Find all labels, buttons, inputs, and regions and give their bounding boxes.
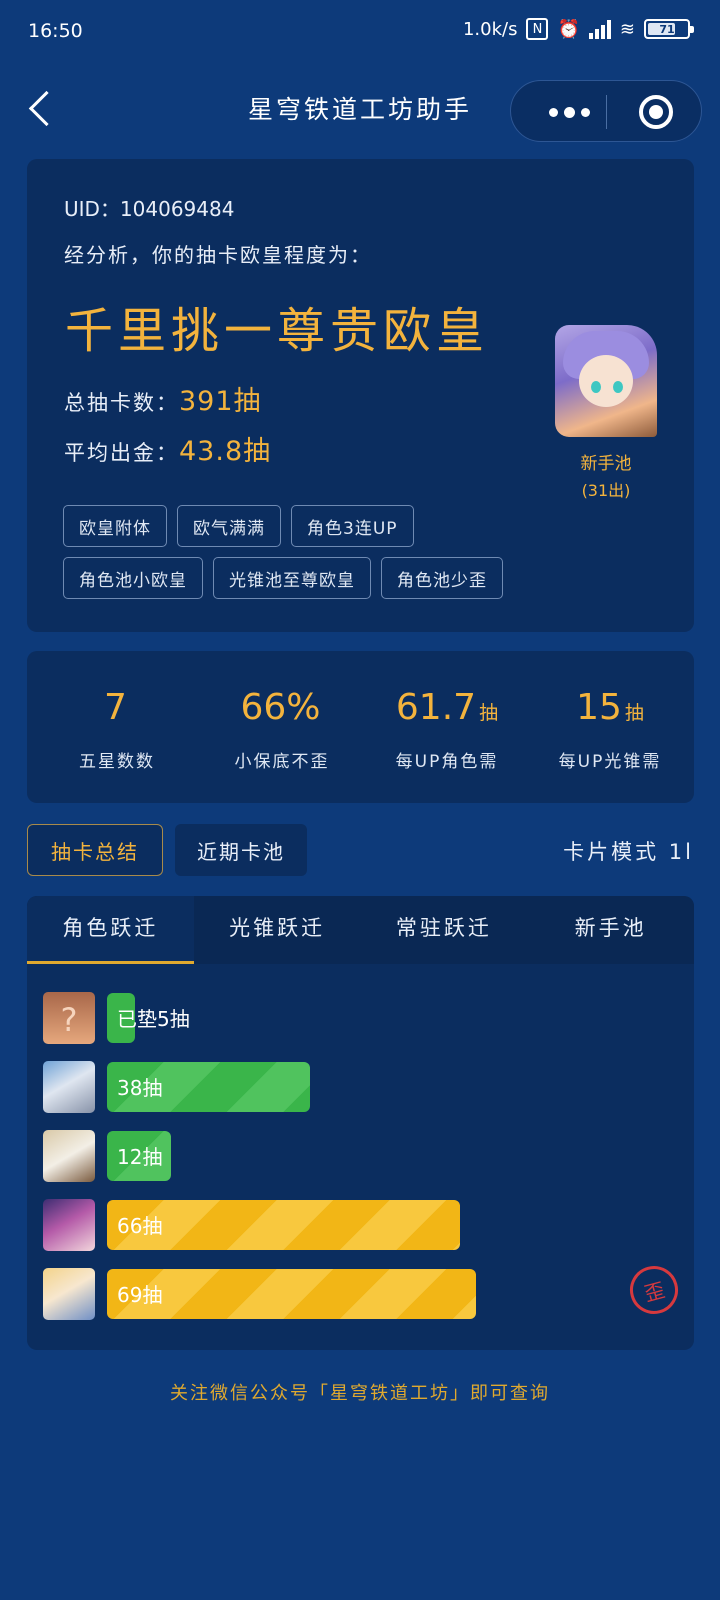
tab-character-warp[interactable]: 角色跃迁 [27,896,194,964]
stat-unit: 抽 [624,702,644,724]
signal-icon [588,19,611,39]
avg-gold: 平均出金：43.8抽 [64,429,271,468]
nfc-icon: N [526,18,549,40]
stat-label: 每UP角色需 [395,752,499,772]
pull-label: 69抽 [117,1283,163,1307]
tab-standard-warp[interactable]: 常驻跃迁 [361,896,528,964]
total-pulls-value: 391抽 [179,386,262,417]
stat-no-crooked-rate: 66% 小保底不歪 [202,687,362,772]
stat-value: 7 [104,687,127,728]
card-mode-toggle[interactable]: 卡片模式 1l [563,836,694,866]
character-avatar [43,1268,95,1320]
tag: 光锥池至尊欧皇 [213,557,371,599]
status-icons: 1.0k/s N ⏰ ≋ 71 [462,18,694,40]
status-time: 16:50 [28,20,83,42]
stat-value: 15 [576,687,622,728]
stat-per-up-character: 61.7 抽 每UP角色需 [367,687,527,772]
tab-beginner-pool[interactable]: 新手池 [527,896,694,964]
character-avatar [555,325,657,437]
pull-label: 已垫5抽 [117,1007,190,1031]
character-avatar [43,1130,95,1182]
pull-row: 69抽 [43,1268,683,1320]
uid-text: UID：104069484 [64,197,235,221]
miniprogram-capsule [510,80,702,142]
pull-row: ? 已垫5抽 [43,992,683,1044]
footer-note: 关注微信公众号「星穹铁道工坊」即可查询 [170,1383,550,1404]
stat-label: 五星数数 [79,752,155,772]
pull-history-card: 角色跃迁 光锥跃迁 常驻跃迁 新手池 ? 已垫5抽 38抽 12抽 66抽 69… [27,896,694,1350]
battery-level: 71 [659,22,675,36]
pool-tabs: 角色跃迁 光锥跃迁 常驻跃迁 新手池 [27,896,694,964]
tag: 欧气满满 [177,505,281,547]
analysis-text: 经分析，你的抽卡欧皇程度为： [64,243,372,267]
stat-five-star-count: 7 五星数数 [37,687,197,772]
pull-row: 66抽 [43,1199,683,1251]
more-icon[interactable] [539,81,599,143]
tag: 角色池小欧皇 [63,557,203,599]
stats-card: 7 五星数数 66% 小保底不歪 61.7 抽 每UP角色需 15 抽 每UP光锥需 [27,651,694,803]
battery-icon: 71 [644,19,694,39]
summary-card: UID：104069484 经分析，你的抽卡欧皇程度为： 千里挑一尊贵欧皇 总抽… [27,159,694,632]
stat-value: 61.7 [395,687,477,728]
tag: 角色池少歪 [381,557,503,599]
capsule-divider [606,95,607,129]
total-pulls-label: 总抽卡数： [64,391,179,415]
pull-row: 12抽 [43,1130,683,1182]
tag: 欧皇附体 [63,505,167,547]
stat-label: 每UP光锥需 [558,752,662,772]
avg-gold-value: 43.8抽 [179,436,272,467]
summary-view-button[interactable]: 抽卡总结 [27,824,163,876]
stat-unit: 抽 [479,702,499,724]
pool-name: 新手池 [580,454,632,474]
pull-label: 38抽 [117,1076,163,1100]
pull-label: 12抽 [117,1145,163,1169]
total-pulls: 总抽卡数：391抽 [64,379,262,418]
nav-bar: 星穹铁道工坊助手 [0,74,720,146]
character-avatar [43,1061,95,1113]
pull-row: 38抽 [43,1061,683,1113]
luck-rank: 千里挑一尊贵欧皇 [65,303,490,359]
tag: 角色3连UP [291,505,414,547]
alarm-icon: ⏰ [557,18,580,40]
pool-count: (31出) [581,481,631,500]
stat-value: 66% [240,687,321,728]
recent-pools-button[interactable]: 近期卡池 [175,824,307,876]
unknown-avatar: ? [43,992,95,1044]
pull-label: 66抽 [117,1214,163,1238]
wifi-icon: ≋ [619,18,635,40]
tag-list: 欧皇附体 欧气满满 角色3连UP 角色池小欧皇 光锥池至尊欧皇 角色池少歪 [63,505,543,599]
net-speed: 1.0k/s [462,18,518,40]
character-avatar [43,1199,95,1251]
status-bar: 16:50 1.0k/s N ⏰ ≋ 71 [0,0,720,64]
stat-per-up-lightcone: 15 抽 每UP光锥需 [530,687,690,772]
close-target-icon[interactable] [639,95,673,129]
avg-gold-label: 平均出金： [64,441,179,465]
tab-lightcone-warp[interactable]: 光锥跃迁 [194,896,361,964]
stat-label: 小保底不歪 [234,752,330,772]
